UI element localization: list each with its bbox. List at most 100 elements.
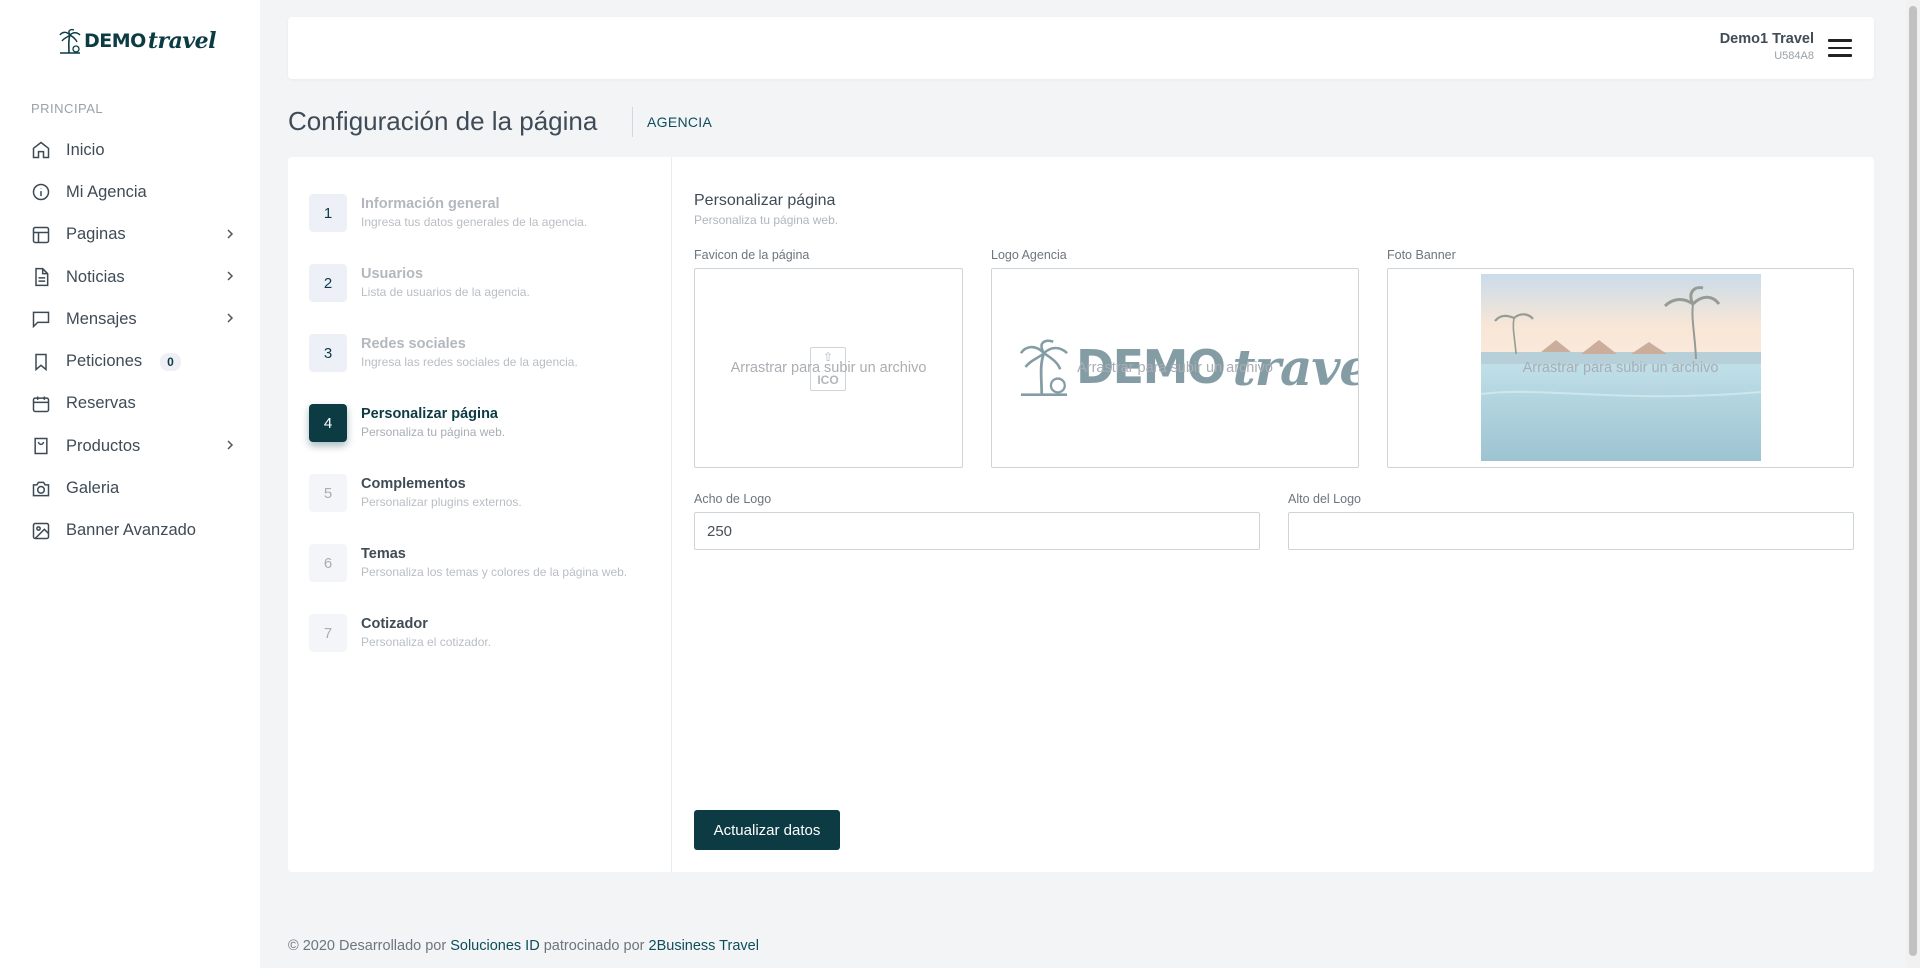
home-icon	[31, 140, 51, 160]
top-header: Demo1 Travel U584A8	[288, 17, 1874, 79]
step-personalizar-pagina[interactable]: 4 Personalizar página Personaliza tu pág…	[309, 404, 505, 442]
step-number: 2	[309, 264, 347, 302]
favicon-dropzone[interactable]: ⇧ ICO Arrastrar para subir un archivo	[694, 268, 963, 468]
sidebar-item-label: Noticias	[66, 267, 125, 286]
step-title: Información general	[361, 196, 500, 212]
dropzone-text: Arrastrar para subir un archivo	[1077, 360, 1273, 376]
sidebar-item-label: Mensajes	[66, 309, 137, 328]
dropzone-text: Arrastrar para subir un archivo	[1522, 360, 1719, 376]
form-content: Personalizar página Personaliza tu págin…	[694, 157, 1854, 872]
footer-middle: patrocinado por	[539, 938, 649, 954]
sidebar-item-paginas[interactable]: Paginas	[0, 214, 260, 256]
user-code: U584A8	[1774, 50, 1814, 62]
step-title: Temas	[361, 546, 406, 562]
step-complementos[interactable]: 5 Complementos Personalizar plugins exte…	[309, 474, 522, 512]
banner-dropzone[interactable]: Arrastrar para subir un archivo	[1387, 268, 1854, 468]
sidebar-item-noticias[interactable]: Noticias	[0, 256, 260, 298]
sidebar-item-inicio[interactable]: Inicio	[0, 129, 260, 171]
step-subtitle: Personaliza tu página web.	[361, 425, 506, 439]
user-info[interactable]: Demo1 Travel U584A8	[1720, 31, 1814, 62]
camera-icon	[31, 479, 51, 499]
step-title: Personalizar página	[361, 406, 498, 422]
step-title: Cotizador	[361, 616, 428, 632]
step-redes-sociales[interactable]: 3 Redes sociales Ingresa las redes socia…	[309, 334, 578, 372]
favicon-label: Favicon de la página	[694, 248, 810, 262]
step-title: Complementos	[361, 476, 466, 492]
sidebar-item-productos[interactable]: Productos	[0, 425, 260, 467]
chevron-right-icon	[225, 226, 235, 244]
calendar-icon	[31, 394, 51, 414]
sidebar-item-peticiones[interactable]: Peticiones 0	[0, 340, 260, 382]
step-cotizador[interactable]: 7 Cotizador Personaliza el cotizador.	[309, 614, 491, 652]
step-number: 4	[309, 404, 347, 442]
title-divider	[632, 107, 633, 137]
shopping-bag-icon	[31, 436, 51, 456]
brand-logo[interactable]: DEMO travel	[58, 28, 216, 54]
brand-demo-text: DEMO	[84, 30, 146, 52]
step-number: 5	[309, 474, 347, 512]
wizard-steps: 1 Información general Ingresa tus datos …	[288, 157, 672, 872]
step-title: Usuarios	[361, 266, 424, 282]
step-number: 6	[309, 544, 347, 582]
user-name: Demo1 Travel	[1719, 31, 1814, 47]
settings-card: 1 Información general Ingresa tus datos …	[288, 157, 1874, 872]
step-number: 1	[309, 194, 347, 232]
section-title: Personalizar página	[694, 192, 836, 209]
palm-tree-icon	[59, 28, 81, 54]
step-subtitle: Personalizar plugins externos.	[361, 495, 522, 509]
footer-prefix: © 2020 Desarrollado por	[288, 938, 451, 954]
file-text-icon	[31, 267, 51, 287]
menu-heading: PRINCIPAL	[31, 101, 104, 116]
step-temas[interactable]: 6 Temas Personaliza los temas y colores …	[309, 544, 627, 582]
logo-dropzone[interactable]: DEMO travel Arrastrar para subir un arch…	[991, 268, 1359, 468]
sidebar-item-banner-avanzado[interactable]: Banner Avanzado	[0, 510, 260, 552]
sidebar-item-label: Mi Agencia	[66, 182, 147, 201]
section-subtitle: Personaliza tu página web.	[694, 213, 839, 227]
layout-icon	[31, 225, 51, 245]
logo-width-input[interactable]	[694, 512, 1260, 550]
sidebar-item-label: Paginas	[66, 225, 126, 244]
step-number: 3	[309, 334, 347, 372]
page-title: Configuración de la página	[288, 106, 598, 136]
chevron-right-icon	[225, 310, 235, 328]
sidebar-item-reservas[interactable]: Reservas	[0, 383, 260, 425]
chevron-right-icon	[225, 437, 235, 455]
step-title: Redes sociales	[361, 336, 466, 352]
logo-height-input[interactable]	[1288, 512, 1854, 550]
sidebar-item-mi-agencia[interactable]: Mi Agencia	[0, 171, 260, 213]
bookmark-icon	[31, 352, 51, 372]
chevron-right-icon	[225, 268, 235, 286]
menu-icon[interactable]	[1828, 39, 1852, 57]
step-subtitle: Lista de usuarios de la agencia.	[361, 285, 530, 299]
sidebar-item-label: Inicio	[66, 140, 105, 159]
step-usuarios[interactable]: 2 Usuarios Lista de usuarios de la agenc…	[309, 264, 530, 302]
footer-link-2business[interactable]: 2Business Travel	[649, 938, 759, 954]
scrollbar-thumb[interactable]	[1909, 6, 1917, 956]
sidebar: DEMO travel PRINCIPAL Inicio Mi Agencia …	[0, 0, 260, 968]
image-icon	[31, 521, 51, 541]
count-badge: 0	[160, 352, 181, 371]
scrollbar[interactable]	[1906, 0, 1920, 968]
sidebar-item-label: Galeria	[66, 479, 120, 498]
sidebar-item-mensajes[interactable]: Mensajes	[0, 298, 260, 340]
sidebar-menu: Inicio Mi Agencia Paginas Noticias Mensa…	[0, 129, 260, 552]
update-data-button[interactable]: Actualizar datos	[694, 810, 840, 850]
footer-link-soluciones[interactable]: Soluciones ID	[450, 938, 539, 954]
sidebar-item-label: Reservas	[66, 394, 136, 413]
sidebar-item-label: Peticiones	[66, 352, 143, 371]
info-icon	[31, 182, 51, 202]
sidebar-item-label: Banner Avanzado	[66, 521, 196, 540]
message-icon	[31, 309, 51, 329]
step-subtitle: Personaliza el cotizador.	[361, 635, 492, 649]
dropzone-text: Arrastrar para subir un archivo	[730, 360, 927, 376]
breadcrumb[interactable]: AGENCIA	[647, 114, 712, 130]
step-informacion-general[interactable]: 1 Información general Ingresa tus datos …	[309, 194, 587, 232]
sidebar-item-galeria[interactable]: Galeria	[0, 467, 260, 509]
logo-label: Logo Agencia	[991, 248, 1067, 262]
step-subtitle: Ingresa las redes sociales de la agencia…	[361, 355, 578, 369]
step-subtitle: Ingresa tus datos generales de la agenci…	[361, 215, 588, 229]
step-subtitle: Personaliza los temas y colores de la pá…	[361, 565, 628, 579]
logo-width-label: Acho de Logo	[694, 492, 772, 506]
banner-label: Foto Banner	[1387, 248, 1456, 262]
footer: © 2020 Desarrollado por Soluciones ID pa…	[288, 938, 759, 954]
